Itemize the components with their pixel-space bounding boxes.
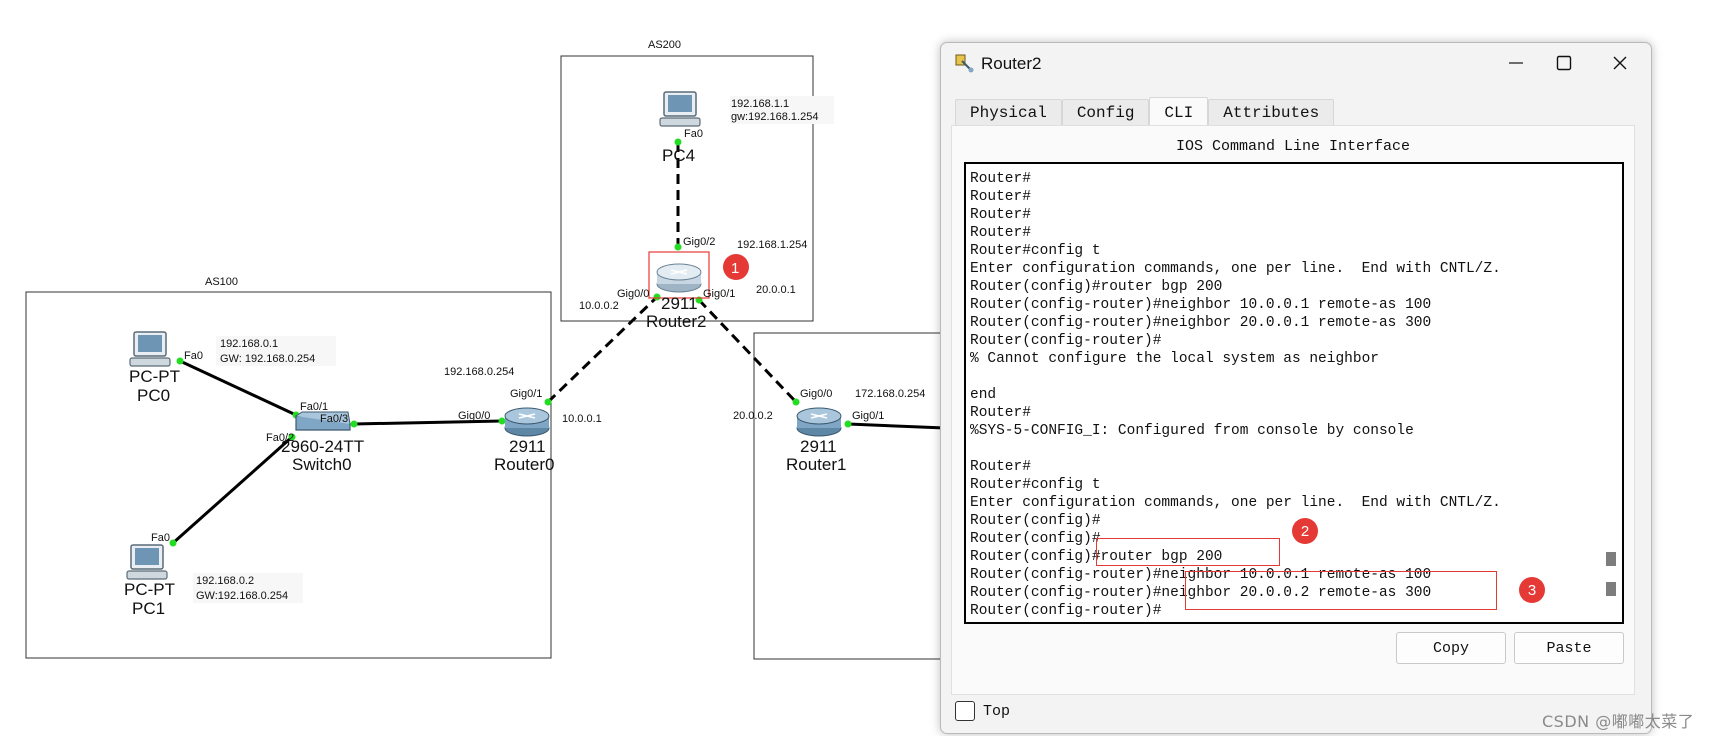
pc0-device[interactable] xyxy=(129,331,171,367)
pc0-gw: GW: 192.168.0.254 xyxy=(220,353,315,365)
router1-device[interactable] xyxy=(796,407,842,437)
router1-type: 2911 xyxy=(800,437,837,456)
pc0-ip: 192.168.0.1 xyxy=(220,338,278,350)
as100-title: AS100 xyxy=(205,276,238,288)
pc4-ip: 192.168.1.1 xyxy=(731,98,789,110)
router2-port-gig02: Gig0/2 xyxy=(683,236,715,248)
scrollbar-thumb-lower[interactable] xyxy=(1606,582,1616,596)
tab-physical[interactable]: Physical xyxy=(955,99,1062,125)
pc4-device[interactable] xyxy=(659,91,701,127)
watermark: CSDN @嘟嘟太菜了 xyxy=(1542,712,1695,731)
as300-box[interactable] xyxy=(753,332,955,660)
link-router1-as300[interactable] xyxy=(847,422,946,430)
pc4-port: Fa0 xyxy=(684,128,703,140)
pc1-type: PC-PT xyxy=(124,580,175,599)
cli-heading: IOS Command Line Interface xyxy=(1175,138,1411,155)
router2-lan-ip: 192.168.1.254 xyxy=(737,239,807,251)
router0-wan-ip: 10.0.0.1 xyxy=(562,413,602,425)
router2-name: Router2 xyxy=(646,312,706,331)
link-pc0-switch0[interactable] xyxy=(179,359,297,417)
minimize-button[interactable] xyxy=(1493,49,1539,77)
router-icon xyxy=(656,263,702,293)
close-icon xyxy=(1613,56,1627,70)
badge-1-label: 1 xyxy=(731,260,739,277)
pc4-name: PC4 xyxy=(662,146,695,165)
tab-bar: Physical Config CLI Attributes xyxy=(955,97,1335,125)
router1-name: Router1 xyxy=(786,455,846,474)
switch0-port-1: Fa0/1 xyxy=(300,401,328,413)
router0-device[interactable] xyxy=(504,407,550,437)
switch0-port-2: Fa0/2 xyxy=(266,432,294,444)
pc-icon xyxy=(126,544,168,580)
pc1-ip: 192.168.0.2 xyxy=(196,575,254,587)
pc-icon xyxy=(129,331,171,367)
minimize-icon xyxy=(1509,62,1523,64)
pc-icon xyxy=(659,91,701,127)
cli-console[interactable]: Router# Router# Router# Router# Router#c… xyxy=(964,162,1624,624)
as200-title: AS200 xyxy=(648,39,681,51)
tab-config[interactable]: Config xyxy=(1061,99,1150,125)
scrollbar-thumb[interactable] xyxy=(1606,552,1616,566)
top-checkbox[interactable] xyxy=(955,701,975,721)
tab-attributes[interactable]: Attributes xyxy=(1208,99,1335,125)
router2-ip-right: 20.0.0.1 xyxy=(756,284,796,296)
window-titlebar[interactable]: Router2 xyxy=(941,43,1651,83)
switch0-name: Switch0 xyxy=(292,455,352,474)
copy-button[interactable]: Copy xyxy=(1396,632,1506,664)
router0-port-gig00: Gig0/0 xyxy=(458,410,490,422)
router2-port-gig01: Gig0/1 xyxy=(703,288,735,300)
pc1-device[interactable] xyxy=(126,544,168,580)
maximize-icon xyxy=(1556,55,1572,71)
router1-port-gig01: Gig0/1 xyxy=(852,410,884,422)
router1-lan-ip: 172.168.0.254 xyxy=(855,388,925,400)
link-pc1-switch0[interactable] xyxy=(172,435,293,545)
switch0-port-3: Fa0/3 xyxy=(320,413,348,425)
pc4-gw: gw:192.168.1.254 xyxy=(731,111,818,123)
close-button[interactable] xyxy=(1597,49,1643,77)
router2-device[interactable] xyxy=(656,263,702,293)
window-title: Router2 xyxy=(981,54,1042,73)
router-app-icon xyxy=(953,53,975,73)
router0-lan-ip: 192.168.0.254 xyxy=(444,366,514,378)
pc0-name: PC0 xyxy=(137,386,170,405)
pc1-gw: GW:192.168.0.254 xyxy=(196,590,288,602)
badge-3: 3 xyxy=(1519,577,1545,603)
router1-wan-ip: 20.0.0.2 xyxy=(733,410,773,422)
router0-port-gig01: Gig0/1 xyxy=(510,388,542,400)
badge-2: 2 xyxy=(1292,518,1318,544)
router2-type: 2911 xyxy=(661,294,698,313)
highlight-router-bgp xyxy=(1096,538,1280,566)
router-icon xyxy=(796,407,842,437)
pc0-type: PC-PT xyxy=(129,367,180,386)
maximize-button[interactable] xyxy=(1541,49,1587,77)
tab-cli[interactable]: CLI xyxy=(1149,97,1209,125)
paste-button[interactable]: Paste xyxy=(1514,632,1624,664)
router2-ip-left: 10.0.0.2 xyxy=(579,300,619,312)
pc1-port: Fa0 xyxy=(151,532,170,544)
pc1-name: PC1 xyxy=(132,599,165,618)
router2-window[interactable]: Router2 Physical Config CLI Attributes I… xyxy=(940,42,1652,734)
router-icon xyxy=(504,407,550,437)
highlight-neighbor-lines xyxy=(1185,571,1497,610)
top-label: Top xyxy=(983,703,1011,720)
router0-type: 2911 xyxy=(509,437,546,456)
pc0-port: Fa0 xyxy=(184,350,203,362)
router1-port-gig00: Gig0/0 xyxy=(800,388,832,400)
router2-port-gig00: Gig0/0 xyxy=(617,288,649,300)
link-router0-router2[interactable] xyxy=(546,295,659,404)
router0-name: Router0 xyxy=(494,455,554,474)
link-router2-router1[interactable] xyxy=(697,298,798,404)
